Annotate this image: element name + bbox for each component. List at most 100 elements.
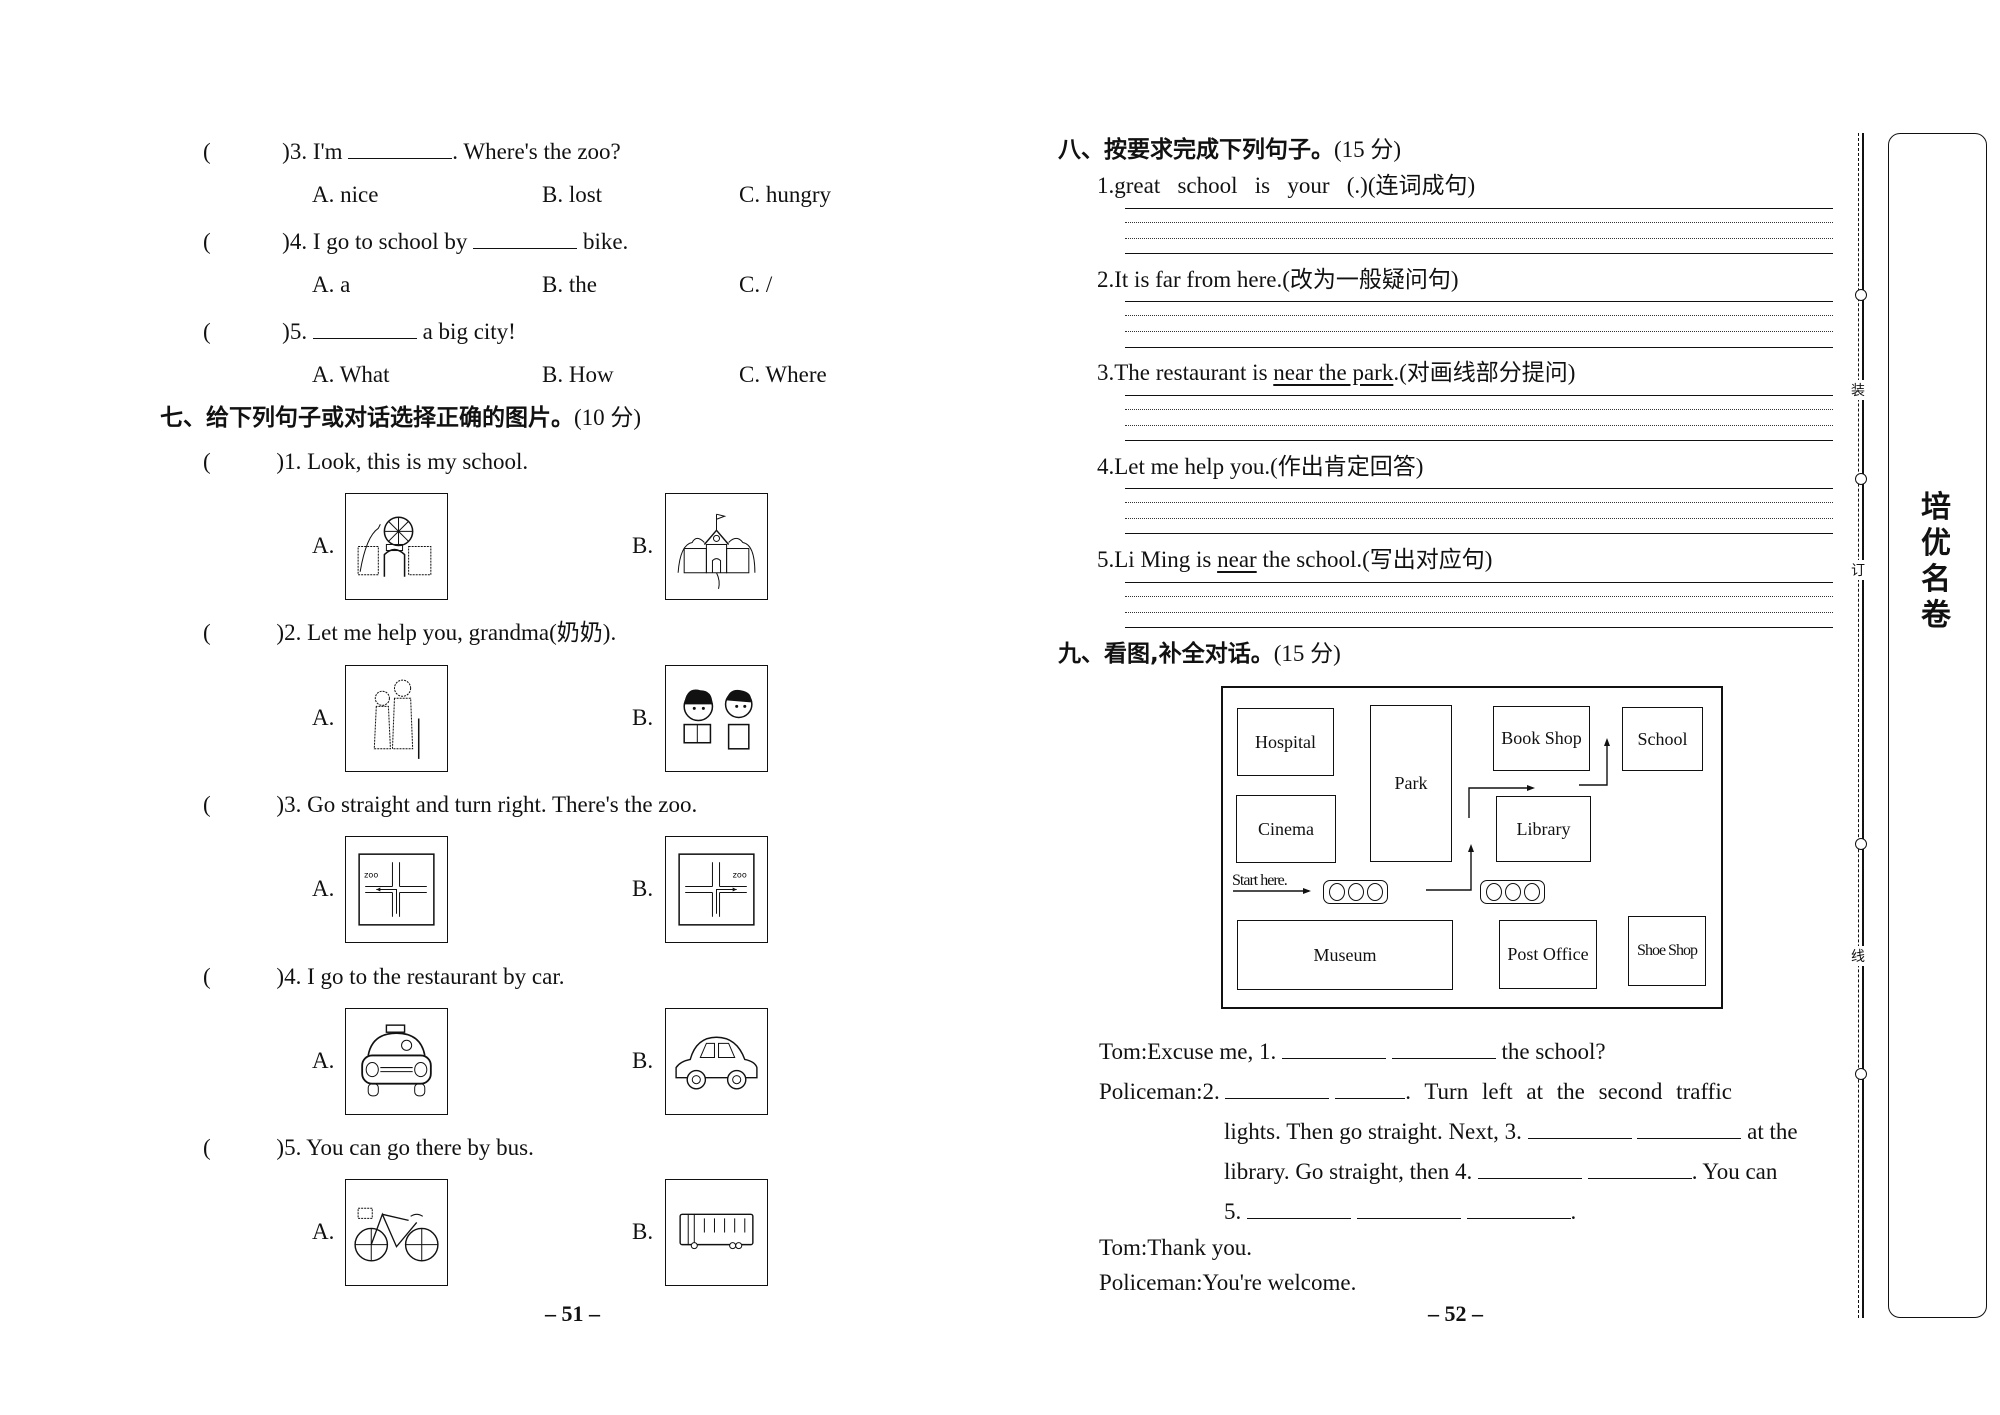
dialogue-line-7: Policeman:You're welcome. — [1099, 1269, 1356, 1297]
section-7-heading: 七、给下列句子或对话选择正确的图片。(10 分) — [160, 404, 641, 432]
dialogue-text: Thank you. — [1147, 1235, 1252, 1260]
question-7-2: ( )2. Let me help you, grandma(奶奶). — [203, 619, 616, 647]
underlined-text: near the park — [1273, 360, 1394, 385]
answer-line[interactable] — [1125, 347, 1833, 348]
section-score: (15 分) — [1334, 137, 1402, 162]
dialogue-text: lights. Then go straight. Next, 3. — [1224, 1119, 1522, 1144]
option-c: C. hungry — [739, 182, 831, 207]
question-text: Let me help you. — [1114, 454, 1271, 479]
option-c: C. Where — [739, 362, 827, 387]
question-text: )5. — [282, 319, 308, 344]
option-a-label: A. — [312, 533, 335, 558]
option-a-grandma-image[interactable] — [345, 665, 448, 772]
option-b-label: B. — [632, 705, 654, 730]
answer-line[interactable] — [1125, 253, 1833, 254]
dialogue-line-4: library. Go straight, then 4. . You can — [1224, 1156, 1777, 1186]
fill-blank-2b[interactable] — [1335, 1076, 1406, 1099]
dialogue-text: at the — [1747, 1119, 1798, 1144]
option-a-label: A. — [312, 876, 335, 901]
question-text: a big city! — [422, 319, 516, 344]
answer-line[interactable] — [1125, 440, 1833, 441]
fill-blank[interactable] — [473, 226, 578, 249]
answer-line[interactable] — [1125, 627, 1833, 628]
answer-guide-line — [1125, 222, 1833, 223]
taxi-icon — [361, 1024, 432, 1097]
fill-blank-3b[interactable] — [1637, 1116, 1742, 1139]
option-c: C. / — [739, 272, 773, 297]
question-8-3: 3.The restaurant is near the park.(对画线部分… — [1097, 359, 1575, 387]
question-7-4: ( )4. I go to the restaurant by car. — [203, 963, 564, 991]
option-a-crossroad-left-image[interactable]: zoo — [345, 836, 448, 943]
fill-blank-5b[interactable] — [1356, 1196, 1461, 1219]
question-text: )3. Go straight and turn right. There's … — [276, 792, 698, 817]
fill-blank-4a[interactable] — [1478, 1156, 1583, 1179]
question-text: bike. — [582, 229, 629, 254]
fill-blank-2a[interactable] — [1225, 1076, 1330, 1099]
answer-line[interactable] — [1125, 582, 1833, 583]
amusement-park-icon — [357, 516, 432, 577]
dialogue-text: Excuse me, 1. — [1147, 1039, 1277, 1064]
fill-blank-1a[interactable] — [1282, 1036, 1386, 1059]
fill-blank[interactable] — [312, 316, 417, 339]
option-b-label: B. — [632, 1048, 654, 1073]
option-b-children-image[interactable] — [665, 665, 768, 772]
dialogue-line-1: Tom:Excuse me, 1. the school? — [1099, 1036, 1606, 1066]
crossroad-zoo-right-icon: zoo — [678, 853, 755, 926]
answer-line[interactable] — [1125, 488, 1833, 489]
answer-guide-line — [1125, 331, 1833, 332]
answer-guide-line — [1125, 315, 1833, 316]
answer-line[interactable] — [1125, 208, 1833, 209]
question-text: )4. I go to school by — [282, 229, 468, 254]
option-a-label: A. — [312, 1219, 335, 1244]
dialogue-line-6: Tom:Thank you. — [1099, 1234, 1252, 1262]
answer-paren: ( — [203, 449, 211, 474]
answer-guide-line — [1125, 502, 1833, 503]
option-a-taxi-image[interactable] — [345, 1008, 448, 1115]
question-7-1: ( )1. Look, this is my school. — [203, 448, 528, 476]
answer-guide-line — [1125, 409, 1833, 410]
cut-marker-dot — [1855, 289, 1867, 301]
answer-paren: ( — [203, 964, 211, 989]
page-number-right: – 52 – — [1428, 1301, 1483, 1326]
fill-blank[interactable] — [348, 136, 453, 159]
question-number: 4. — [1097, 454, 1115, 479]
option-a-label: A. — [312, 1048, 335, 1073]
answer-guide-line — [1125, 238, 1833, 239]
answer-paren: ( — [203, 1135, 211, 1160]
fill-blank-5c[interactable] — [1466, 1196, 1571, 1219]
answer-line[interactable] — [1125, 395, 1833, 396]
option-a-bike-image[interactable] — [345, 1179, 448, 1286]
street-map: Hospital Park Book Shop School Cinema Li… — [1221, 686, 1723, 1009]
option-b-crossroad-right-image[interactable]: zoo — [665, 836, 768, 943]
brand-side-panel — [1888, 133, 1987, 1318]
logo-char: 优 — [1921, 526, 1951, 561]
fill-blank-3a[interactable] — [1527, 1116, 1632, 1139]
option-b-label: B. — [632, 533, 654, 558]
fill-blank-1b[interactable] — [1391, 1036, 1496, 1059]
question-text: )1. Look, this is my school. — [276, 449, 529, 474]
question-text: )2. Let me help you, grandma(奶奶). — [276, 620, 617, 645]
fill-blank-4b[interactable] — [1587, 1156, 1692, 1179]
fill-blank-5a[interactable] — [1247, 1196, 1351, 1219]
option-b-label: B. — [632, 876, 654, 901]
question-text: Li Ming is — [1114, 547, 1218, 572]
cut-marker-dot — [1855, 1068, 1867, 1080]
option-b: B. the — [542, 272, 597, 297]
school-building-icon — [677, 513, 756, 590]
page-number-left: – 51 – — [545, 1301, 600, 1326]
option-b-bus-image[interactable] — [665, 1179, 768, 1286]
answer-guide-line — [1125, 596, 1833, 597]
option-b-school-image[interactable] — [665, 493, 768, 600]
car-icon — [675, 1036, 758, 1090]
answer-guide-line — [1125, 518, 1833, 519]
answer-line[interactable] — [1125, 301, 1833, 302]
logo-char: 名 — [1921, 562, 1951, 597]
answer-line[interactable] — [1125, 533, 1833, 534]
option-b-car-image[interactable] — [665, 1008, 768, 1115]
option-a-amusement-park-image[interactable] — [345, 493, 448, 600]
answer-paren: ( — [203, 620, 211, 645]
question-text: . Where's the zoo? — [452, 139, 621, 164]
dialogue-text: 2. — [1202, 1079, 1220, 1104]
bicycle-icon — [354, 1207, 439, 1262]
section-title: 八、按要求完成下列句子。 — [1058, 137, 1334, 163]
